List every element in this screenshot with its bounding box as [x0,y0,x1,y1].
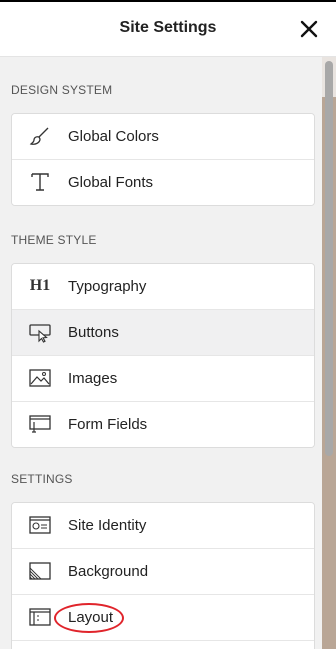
theme-style-group: H1 Typography Buttons Images Form Fields [11,263,315,448]
menu-item-label: Images [68,370,118,387]
panel-title: Site Settings [119,19,217,36]
menu-item-site-identity[interactable]: Site Identity [12,503,314,549]
layout-icon [28,606,52,628]
menu-item-images[interactable]: Images [12,356,314,402]
section-title-design-system: DESIGN SYSTEM [11,83,113,97]
heading-icon: H1 [29,277,51,294]
brush-icon [28,125,52,147]
close-icon [300,20,318,38]
close-button[interactable] [298,18,320,40]
menu-item-label: Global Colors [68,128,159,145]
menu-item-label: Typography [68,278,147,295]
menu-item-global-colors[interactable]: Global Colors [12,114,314,160]
form-field-icon [28,413,52,435]
menu-item-buttons[interactable]: Buttons [12,310,314,356]
site-identity-icon [28,514,52,536]
menu-item-label: Form Fields [68,416,148,433]
typeface-icon [28,171,52,193]
menu-item-global-fonts[interactable]: Global Fonts [12,160,314,205]
section-title-theme-style: THEME STYLE [11,233,97,247]
settings-scroll-area: DESIGN SYSTEM Global Colors Global Fonts… [0,57,322,649]
menu-item-partial[interactable] [12,641,314,649]
button-cursor-icon [28,321,52,343]
scrollbar-thumb[interactable] [325,61,333,456]
menu-item-form-fields[interactable]: Form Fields [12,402,314,447]
menu-item-typography[interactable]: H1 Typography [12,264,314,310]
menu-item-label: Site Identity [68,517,147,534]
menu-item-label: Buttons [68,324,119,341]
image-icon [28,367,52,389]
settings-group: Site Identity Background Layout [11,502,315,649]
design-system-group: Global Colors Global Fonts [11,113,315,206]
menu-item-label: Layout [68,609,114,626]
menu-item-label: Background [68,563,149,580]
menu-item-background[interactable]: Background [12,549,314,595]
menu-item-layout[interactable]: Layout [12,595,314,641]
section-title-settings: SETTINGS [11,472,73,486]
menu-item-label: Global Fonts [68,174,154,191]
background-icon [28,560,52,582]
site-settings-panel: Site Settings DESIGN SYSTEM Global Color… [0,0,336,649]
panel-header: Site Settings [0,2,336,57]
